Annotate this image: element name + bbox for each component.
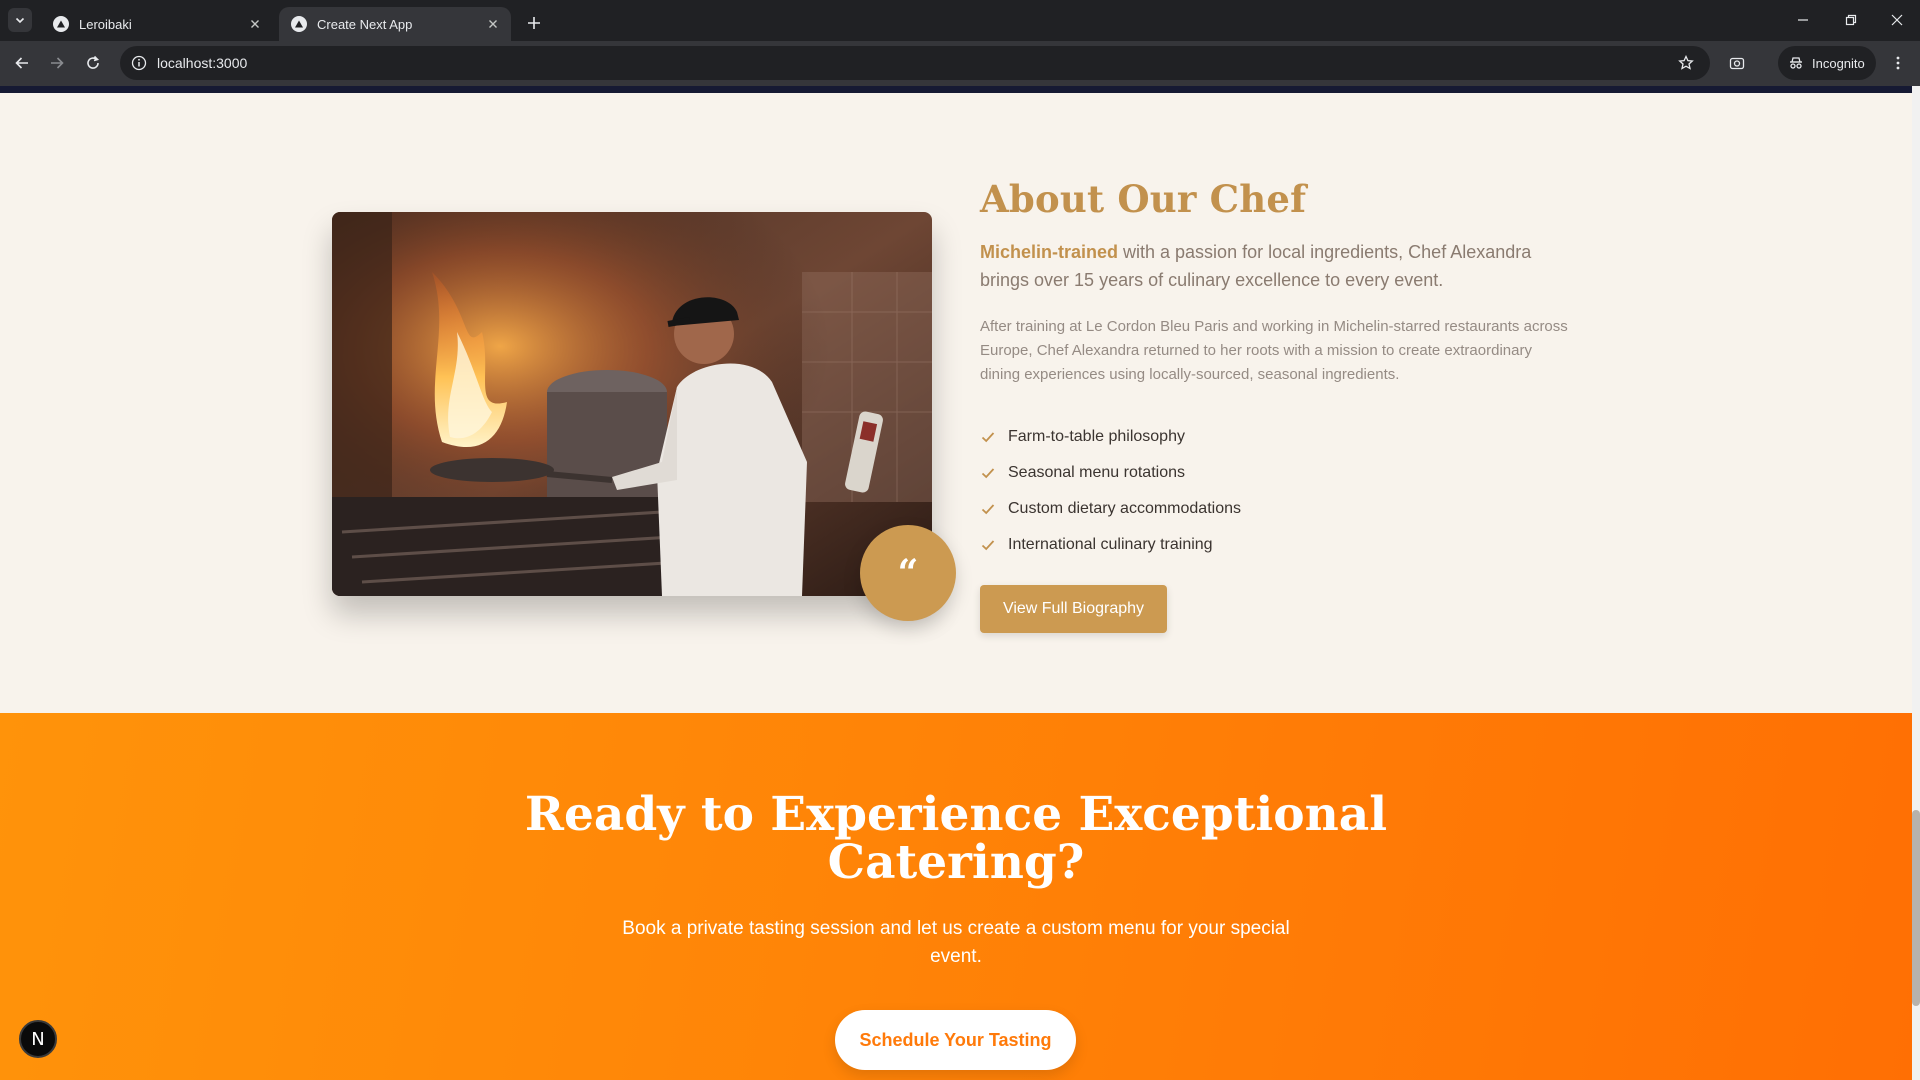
browser-toolbar: localhost:3000 Incognito xyxy=(0,41,1920,86)
schedule-tasting-button[interactable]: Schedule Your Tasting xyxy=(835,1010,1076,1070)
about-chef-section: “ About Our Chef Michelin-trained with a… xyxy=(0,93,1912,713)
browser-menu-button[interactable] xyxy=(1885,50,1911,76)
cta-title: Ready to Experience Exceptional Catering… xyxy=(0,791,1912,887)
scrollbar-thumb[interactable] xyxy=(1912,810,1920,1006)
feature-item: Custom dietary accommodations xyxy=(980,491,1241,527)
page-scrollbar[interactable] xyxy=(1912,86,1920,1080)
about-heading: About Our Chef xyxy=(980,177,1307,221)
tab-search-button[interactable] xyxy=(8,8,32,32)
feature-item: Seasonal menu rotations xyxy=(980,455,1241,491)
cta-title-line-2: Catering? xyxy=(827,835,1085,890)
vercel-favicon-icon xyxy=(53,16,69,32)
arrow-right-icon xyxy=(51,57,64,69)
incognito-label: Incognito xyxy=(1812,55,1865,71)
minimize-button[interactable] xyxy=(1780,0,1826,40)
about-body-text: After training at Le Cordon Bleu Paris a… xyxy=(980,318,1568,383)
close-tab-icon[interactable] xyxy=(247,16,263,32)
feature-label: Custom dietary accommodations xyxy=(1008,500,1241,517)
tab-leroibaki[interactable]: Leroibaki xyxy=(41,7,273,41)
about-lead-text: Michelin-trained with a passion for loca… xyxy=(980,238,1560,294)
bookmark-star-icon[interactable] xyxy=(1676,53,1696,73)
site-info-icon[interactable] xyxy=(130,54,148,72)
browser-tab-bar: Leroibaki Create Next App xyxy=(0,0,1920,41)
chevron-down-icon xyxy=(15,17,25,24)
page-viewport: “ About Our Chef Michelin-trained with a… xyxy=(0,86,1920,1080)
check-icon xyxy=(980,465,996,481)
restore-button[interactable] xyxy=(1828,0,1874,40)
vercel-favicon-icon xyxy=(291,16,307,32)
header-bottom-strip xyxy=(0,86,1912,93)
feature-item: International culinary training xyxy=(980,527,1241,563)
feature-item: Farm-to-table philosophy xyxy=(980,419,1241,455)
view-full-biography-button[interactable]: View Full Biography xyxy=(980,585,1167,633)
arrow-left-icon xyxy=(15,57,28,69)
address-bar[interactable]: localhost:3000 xyxy=(120,46,1710,80)
incognito-icon xyxy=(1790,57,1802,69)
cta-subtitle: Book a private tasting session and let u… xyxy=(622,918,1290,967)
chef-photo xyxy=(332,212,932,596)
nextjs-dev-indicator[interactable]: N xyxy=(19,1020,57,1058)
cta-title-line-1: Ready to Experience Exceptional xyxy=(524,787,1388,842)
feature-label: International culinary training xyxy=(1008,536,1213,553)
restore-icon xyxy=(1845,14,1857,26)
close-window-button[interactable] xyxy=(1874,0,1920,40)
check-icon xyxy=(980,537,996,553)
reload-button[interactable] xyxy=(79,49,107,77)
feature-label: Seasonal menu rotations xyxy=(1008,464,1185,481)
tab-title: Create Next App xyxy=(317,16,413,32)
check-icon xyxy=(980,501,996,517)
check-icon xyxy=(980,429,996,445)
close-icon xyxy=(1891,14,1903,26)
feature-list: Farm-to-table philosophy Seasonal menu r… xyxy=(980,419,1241,563)
quote-icon: “ xyxy=(860,525,956,621)
close-tab-icon[interactable] xyxy=(485,16,501,32)
tab-create-next-app[interactable]: Create Next App xyxy=(279,7,511,41)
plus-icon xyxy=(528,17,540,29)
camera-icon xyxy=(1729,57,1745,70)
back-button[interactable] xyxy=(8,49,36,77)
feature-label: Farm-to-table philosophy xyxy=(1008,428,1185,445)
forward-button[interactable] xyxy=(43,49,71,77)
chef-cooking-image xyxy=(332,212,932,596)
michelin-highlight: Michelin-trained xyxy=(980,242,1119,262)
screenshot-button[interactable] xyxy=(1724,50,1750,76)
url-text[interactable]: localhost:3000 xyxy=(157,55,247,71)
more-vertical-icon xyxy=(1896,56,1900,70)
new-tab-button[interactable] xyxy=(520,9,548,37)
reload-icon xyxy=(87,55,100,69)
tab-title: Leroibaki xyxy=(79,16,132,32)
minimize-icon xyxy=(1798,19,1808,21)
incognito-indicator[interactable]: Incognito xyxy=(1778,46,1876,80)
